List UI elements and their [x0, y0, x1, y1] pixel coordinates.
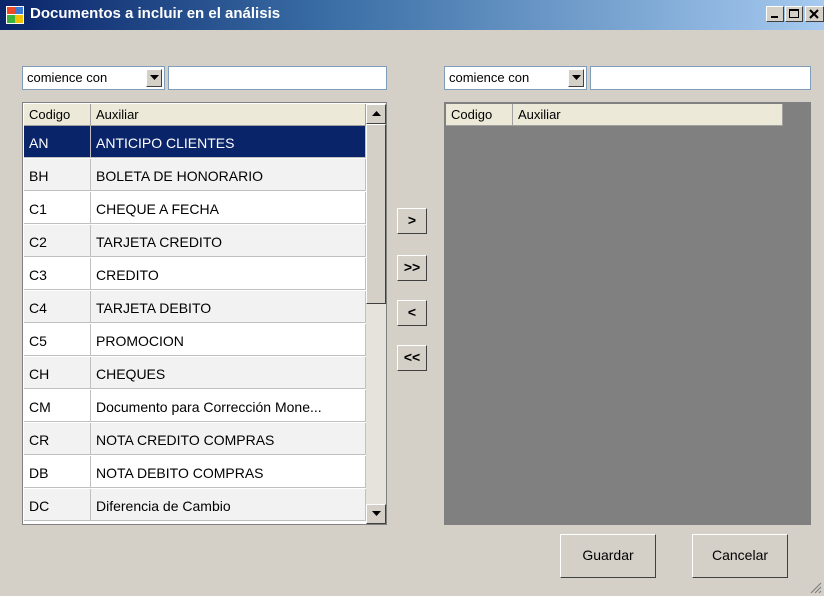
app-window-icon [6, 6, 24, 24]
cell-auxiliar[interactable]: NOTA DEBITO COMPRAS [91, 456, 366, 488]
cell-codigo[interactable]: CM [24, 390, 91, 422]
table-row[interactable]: AN ANTICIPO CLIENTES [23, 126, 366, 158]
resize-grip-icon[interactable] [808, 580, 822, 594]
cell-codigo[interactable]: AN [24, 126, 91, 158]
cell-codigo[interactable]: BH [24, 159, 91, 191]
cell-auxiliar[interactable]: TARJETA CREDITO [91, 225, 366, 257]
table-row[interactable]: C3 CREDITO [23, 258, 366, 290]
cell-codigo[interactable]: DC [24, 489, 91, 521]
cell-auxiliar[interactable]: Diferencia de Cambio [91, 489, 366, 521]
window-title: Documentos a incluir en el análisis [30, 5, 281, 22]
cell-codigo[interactable]: CR [24, 423, 91, 455]
left-filter-dropdown-button[interactable] [146, 69, 162, 87]
remove-all-button[interactable]: << [397, 345, 427, 371]
add-all-button[interactable]: >> [397, 255, 427, 281]
cell-codigo[interactable]: C4 [24, 291, 91, 323]
table-row[interactable]: CR NOTA CREDITO COMPRAS [23, 423, 366, 455]
minimize-icon [771, 16, 778, 18]
maximize-button[interactable] [785, 6, 803, 22]
left-documents-grid[interactable]: Codigo Auxiliar AN ANTICIPO CLIENTES BH BOL… [22, 102, 387, 525]
right-selected-grid[interactable]: Codigo Auxiliar [444, 102, 811, 525]
title-bar[interactable]: Documentos a incluir en el análisis [0, 0, 824, 30]
cell-codigo[interactable]: CH [24, 357, 91, 389]
chevron-down-icon [572, 75, 581, 80]
cell-auxiliar[interactable]: TARJETA DEBITO [91, 291, 366, 323]
chevron-down-icon [150, 75, 159, 80]
scroll-down-button[interactable] [366, 504, 386, 524]
cell-auxiliar[interactable]: CHEQUE A FECHA [91, 192, 366, 224]
table-row[interactable]: C1 CHEQUE A FECHA [23, 192, 366, 224]
arrow-up-icon [372, 111, 381, 116]
close-icon [809, 9, 819, 19]
cell-auxiliar[interactable]: ANTICIPO CLIENTES [91, 126, 366, 158]
left-filter-text-input[interactable] [168, 66, 387, 90]
right-filter-dropdown-button[interactable] [568, 69, 584, 87]
save-button[interactable]: Guardar [560, 534, 656, 578]
remove-selected-button[interactable]: < [397, 300, 427, 326]
table-row[interactable]: BH BOLETA DE HONORARIO [23, 159, 366, 191]
cell-codigo[interactable]: C5 [24, 324, 91, 356]
add-selected-button[interactable]: > [397, 208, 427, 234]
right-filter-text-input[interactable] [590, 66, 811, 90]
cancel-button[interactable]: Cancelar [692, 534, 788, 578]
table-row[interactable]: C2 TARJETA CREDITO [23, 225, 366, 257]
right-column-header-codigo[interactable]: Codigo [446, 104, 513, 126]
cell-auxiliar[interactable]: BOLETA DE HONORARIO [91, 159, 366, 191]
table-row[interactable]: DC Diferencia de Cambio [23, 489, 366, 521]
cell-codigo[interactable]: C2 [24, 225, 91, 257]
cell-codigo[interactable]: DB [24, 456, 91, 488]
maximize-icon [789, 9, 799, 18]
left-grid-scrollbar[interactable] [366, 104, 386, 524]
table-row[interactable]: CM Documento para Corrección Mone... [23, 390, 366, 422]
table-row[interactable]: CH CHEQUES [23, 357, 366, 389]
right-filter-mode-value: comience con [449, 70, 530, 85]
table-row[interactable]: C5 PROMOCION [23, 324, 366, 356]
table-row[interactable]: C4 TARJETA DEBITO [23, 291, 366, 323]
cell-auxiliar[interactable]: NOTA CREDITO COMPRAS [91, 423, 366, 455]
cell-auxiliar[interactable]: CHEQUES [91, 357, 366, 389]
minimize-button[interactable] [766, 6, 784, 22]
arrow-down-icon [372, 511, 381, 516]
left-filter-mode-select[interactable]: comience con [22, 66, 165, 90]
cell-auxiliar[interactable]: PROMOCION [91, 324, 366, 356]
right-column-header-auxiliar[interactable]: Auxiliar [513, 104, 783, 126]
cell-codigo[interactable]: C1 [24, 192, 91, 224]
scroll-up-button[interactable] [366, 104, 386, 124]
cell-auxiliar[interactable]: Documento para Corrección Mone... [91, 390, 366, 422]
left-filter-mode-value: comience con [27, 70, 108, 85]
left-column-header-auxiliar[interactable]: Auxiliar [91, 104, 366, 126]
cell-codigo[interactable]: C3 [24, 258, 91, 290]
right-filter-mode-select[interactable]: comience con [444, 66, 587, 90]
left-column-header-codigo[interactable]: Codigo [24, 104, 91, 126]
scrollbar-thumb[interactable] [366, 124, 386, 304]
table-row[interactable]: DB NOTA DEBITO COMPRAS [23, 456, 366, 488]
cell-auxiliar[interactable]: CREDITO [91, 258, 366, 290]
close-button[interactable] [805, 6, 824, 22]
